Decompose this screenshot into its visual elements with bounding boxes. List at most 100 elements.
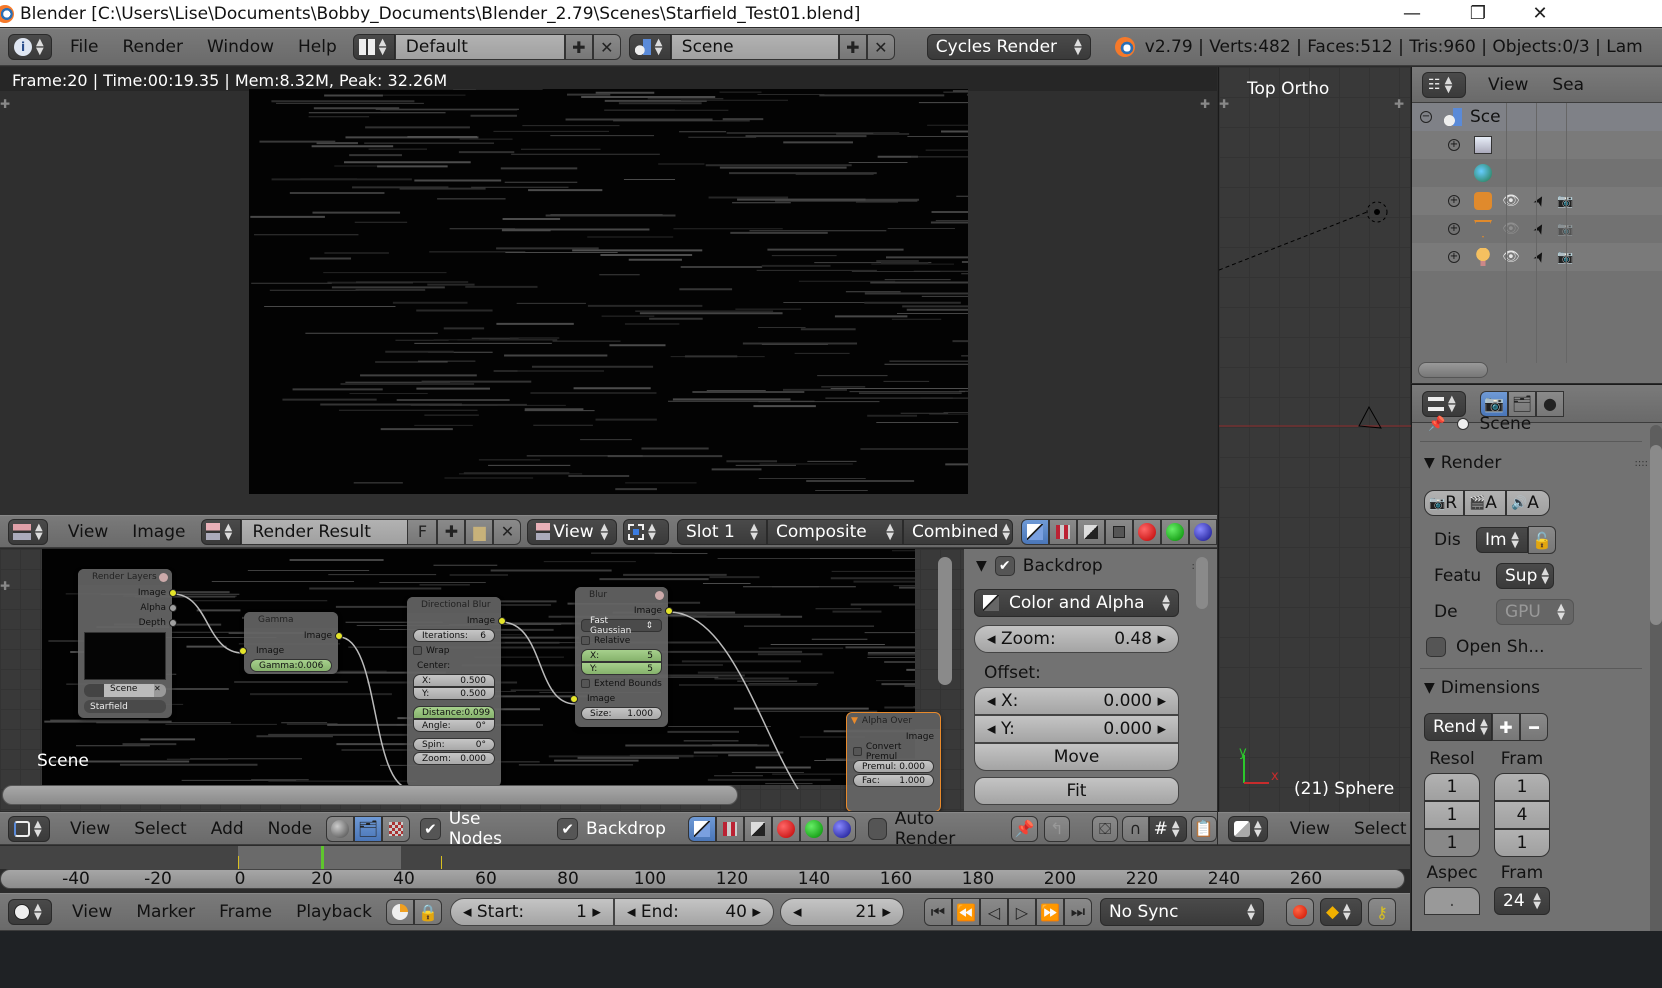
menu-view[interactable]: View [60, 902, 124, 922]
angle-field[interactable]: Angle: 0° [413, 719, 495, 732]
expand-icon[interactable]: + [1448, 223, 1460, 235]
region-expand-icon[interactable]: ✚ [1200, 97, 1210, 111]
region-expand-icon[interactable]: ✚ [0, 97, 10, 111]
blue-channel-icon[interactable] [1189, 518, 1217, 545]
render-panel-header[interactable]: ▼ Render:::: [1424, 450, 1648, 476]
backdrop-offset-x-field[interactable]: ◂ X: 0.000 ▸ [974, 687, 1179, 715]
render-pass-dropdown[interactable]: Combined ▲ ▼ [903, 518, 1013, 545]
editor-type-outliner-button[interactable]: ☷ ▲ ▼ [1422, 71, 1466, 98]
expand-icon[interactable]: + [1448, 139, 1460, 151]
node-header[interactable]: Directional Blur [407, 597, 501, 613]
jump-to-end-icon[interactable]: ⏭ [1063, 898, 1092, 926]
screen-layout-name[interactable]: Default [394, 34, 565, 60]
keying-mode-dropdown[interactable]: ◆ ▲ ▼ [1319, 898, 1362, 926]
frame-start-field[interactable]: 1 [1494, 773, 1550, 801]
snap-element-dropdown[interactable]: # ▲ ▼ [1148, 815, 1187, 842]
outliner-item[interactable]: + [1412, 131, 1662, 159]
color-channel-icon[interactable] [715, 815, 744, 842]
texture-nodes-icon[interactable] [382, 815, 411, 842]
input-socket[interactable] [239, 646, 247, 655]
render-layers-node[interactable]: Render Layers Image Alpha Depth Scene ✕ S… [78, 569, 177, 718]
3d-viewport[interactable]: Top Ortho ✚ ✚ y x (21) Sphere [1218, 67, 1411, 812]
color-alpha-channel-icon[interactable] [687, 815, 716, 842]
color-alpha-channel-icon[interactable] [1021, 518, 1049, 545]
scene-name[interactable]: Scene [670, 34, 839, 60]
menu-playback[interactable]: Playback [284, 902, 384, 922]
node-editor-canvas[interactable]: ✚ Render Layers Image Alpha Depth Scene ✕… [0, 549, 964, 811]
remove-preset-icon[interactable]: ━ [1520, 713, 1548, 741]
expand-icon[interactable]: + [1448, 251, 1460, 263]
output-socket[interactable] [665, 606, 673, 615]
menu-marker[interactable]: Marker [124, 902, 207, 922]
visibility-eye-icon[interactable]: 👁 [1502, 221, 1520, 237]
menu-help[interactable]: Help [286, 37, 349, 57]
menu-view[interactable]: View [1476, 75, 1540, 95]
blur-node[interactable]: Blur Image Fast Gaussian ⇕ Relative X: 5 Y… [570, 587, 673, 727]
output-socket[interactable] [169, 603, 177, 612]
open-image-folder-icon[interactable]: ▆ [465, 518, 494, 545]
center-x-field[interactable]: X: 0.500 [413, 674, 495, 687]
close-window-button[interactable]: ✕ [1508, 0, 1572, 27]
gamma-node[interactable]: Gamma Image Image Gamma: 0.006 [239, 612, 343, 674]
menu-view[interactable]: View [56, 522, 120, 542]
visibility-eye-icon[interactable]: 👁 [1502, 193, 1520, 209]
green-channel-icon[interactable] [1161, 518, 1189, 545]
color-channel-icon[interactable] [1049, 518, 1077, 545]
auto-keying-record-icon[interactable] [1285, 898, 1314, 926]
blue-channel-icon[interactable] [827, 815, 856, 842]
outliner-horizontal-scrollbar[interactable] [1418, 362, 1488, 378]
screen-layout-dropdown[interactable]: ▲ ▼ [352, 34, 395, 60]
node-editor-vertical-scrollbar[interactable] [938, 557, 952, 685]
outliner-item[interactable]: +👁➤📷 [1412, 243, 1662, 271]
outliner-item[interactable] [1412, 159, 1662, 187]
use-nodes-checkbox[interactable]: ✔ [420, 817, 441, 840]
start-frame-field[interactable]: ◂ Start: 1 ▸ [449, 898, 614, 926]
play-icon[interactable]: ▷ [1007, 898, 1036, 926]
editor-type-properties-button[interactable]: ▲ ▼ [1422, 390, 1466, 417]
alpha-over-node[interactable]: ▼ Alpha Over Image Convert Premul Premul:… [846, 712, 941, 811]
minimize-button[interactable]: — [1380, 0, 1444, 27]
zoom-field[interactable]: Zoom: 0.000 [413, 752, 495, 765]
auto-render-checkbox[interactable] [867, 817, 887, 840]
render-layer-dropdown[interactable]: Composite ▲ ▼ [767, 518, 903, 545]
render-layers-tab-icon[interactable]: 🗂 [1508, 390, 1536, 417]
unlink-image-icon[interactable]: ✕ [493, 518, 522, 545]
current-frame-field[interactable]: ◂ 21 ▸ [779, 898, 904, 926]
slot-dropdown[interactable]: Slot 1 ▲ ▼ [677, 518, 767, 545]
extend-bounds-checkbox[interactable]: Extend Bounds [575, 676, 668, 691]
sync-mode-dropdown[interactable]: No Sync ▲ ▼ [1099, 898, 1264, 926]
editor-type-node-button[interactable]: ▲ ▼ [8, 815, 50, 842]
backdrop-offset-y-field[interactable]: ◂ Y: 0.000 ▸ [974, 715, 1179, 743]
menu-render[interactable]: Render [110, 37, 195, 57]
image-browse-dropdown[interactable]: ▲ ▼ [201, 518, 242, 545]
render-animation-button[interactable]: 🎬 A [1464, 490, 1506, 516]
aspect-x-field[interactable]: . [1424, 887, 1480, 915]
render-image-button[interactable]: 📷 R [1424, 490, 1464, 516]
properties-scrollbar[interactable] [1650, 445, 1662, 625]
frame-end-field[interactable]: 4 [1494, 801, 1550, 829]
pin-icon[interactable]: 📌 [1428, 416, 1445, 432]
node-editor-horizontal-scrollbar[interactable] [2, 785, 738, 805]
backdrop-panel-header[interactable]: ▼ ✔ Backdrop :::: [964, 551, 1217, 581]
scene-tab-icon[interactable]: ● [1536, 390, 1564, 417]
node-header[interactable]: Gamma [244, 612, 338, 628]
restore-button[interactable]: ❐ [1446, 0, 1510, 27]
device-dropdown[interactable]: GPU ▲ ▼ [1496, 599, 1574, 625]
feature-set-dropdown[interactable]: Sup ▲ ▼ [1496, 563, 1554, 589]
delete-layout-icon[interactable]: ✕ [592, 34, 621, 60]
iterations-field[interactable]: Iterations: 6 [413, 629, 495, 642]
center-y-field[interactable]: Y: 0.500 [413, 687, 495, 700]
frame-step-field[interactable]: 1 [1494, 829, 1550, 857]
render-audio-button[interactable]: 🔊 A [1506, 490, 1550, 516]
blur-y-field[interactable]: Y: 5 [581, 662, 662, 675]
outliner-item[interactable]: +👁➤📷 [1412, 215, 1662, 243]
outliner-item[interactable]: +👁➤📷 [1412, 187, 1662, 215]
alpha-channel-icon[interactable] [743, 815, 772, 842]
render-result-image[interactable] [249, 89, 968, 494]
shader-nodes-icon[interactable] [326, 815, 355, 842]
backdrop-fit-button[interactable]: Fit [974, 777, 1179, 805]
scene-field[interactable]: Scene ✕ [84, 684, 166, 697]
node-header[interactable]: ▼ Alpha Over [847, 713, 940, 729]
input-socket[interactable] [570, 694, 578, 703]
open-shading-checkbox[interactable] [1426, 637, 1446, 657]
